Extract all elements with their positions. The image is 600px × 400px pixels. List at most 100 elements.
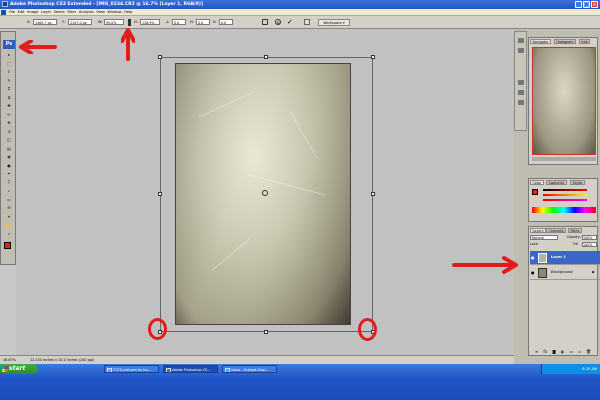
shape-tool-icon[interactable]: ▭ xyxy=(3,197,15,203)
ps-mini-icon xyxy=(1,10,6,15)
window-title: Adobe Photoshop CS3 Extended - [IMG_0234… xyxy=(10,2,204,7)
workspace-button[interactable]: Workspace ▾ xyxy=(318,19,350,26)
tray-clock[interactable]: 8:20 AM xyxy=(582,367,597,371)
blend-mode-select[interactable]: Normal xyxy=(530,235,558,240)
transform-handle-bottom[interactable] xyxy=(264,330,268,334)
marquee-tool-icon[interactable]: ⬚ xyxy=(3,61,15,67)
eyedropper-tool-icon[interactable]: ⌖ xyxy=(3,214,15,220)
tab-color[interactable]: Color xyxy=(530,180,544,185)
eye-icon[interactable]: ● xyxy=(531,270,535,275)
brushes-icon[interactable] xyxy=(518,80,524,85)
gradient-tool-icon[interactable]: ▤ xyxy=(3,146,15,152)
cancel-transform-icon[interactable]: ⊘ xyxy=(275,19,281,25)
menu-image[interactable]: Image xyxy=(27,9,38,16)
y-field[interactable]: 2107.0 px xyxy=(68,19,92,25)
new-layer-icon[interactable]: ▫ xyxy=(578,349,581,355)
zoom-tool-icon[interactable]: ⌕ xyxy=(3,231,15,237)
taskbar-item-photoshop[interactable]: Adobe Photoshop CS... xyxy=(163,365,218,373)
adjustment-layer-icon[interactable]: ◐ xyxy=(561,349,565,355)
transform-handle-top-left[interactable] xyxy=(158,55,162,59)
move-tool-icon[interactable]: ▸ xyxy=(3,52,15,58)
history-icon[interactable] xyxy=(518,38,524,43)
tab-paths[interactable]: Paths xyxy=(568,228,582,233)
layer-row-background[interactable]: ● Background ▪ xyxy=(530,266,600,280)
menu-help[interactable]: Help xyxy=(124,9,132,16)
dodge-tool-icon[interactable]: ● xyxy=(3,163,15,169)
tab-channels[interactable]: Channels xyxy=(546,228,567,233)
slice-tool-icon[interactable]: ⧄ xyxy=(3,95,15,101)
quick-select-tool-icon[interactable]: ✎ xyxy=(3,78,15,84)
w-field[interactable]: 95.0% xyxy=(104,19,124,25)
navigator-zoom-slider[interactable] xyxy=(532,157,596,161)
tab-info[interactable]: Info xyxy=(579,39,591,44)
transform-center-point[interactable] xyxy=(262,190,268,196)
hand-tool-icon[interactable]: ✋ xyxy=(3,222,15,228)
brush-tool-icon[interactable]: ✏ xyxy=(3,112,15,118)
trash-icon[interactable]: 🗑 xyxy=(586,349,591,355)
notes-tool-icon[interactable]: ✉ xyxy=(3,205,15,211)
actions-icon[interactable] xyxy=(518,48,524,53)
clone-stamp-tool-icon[interactable]: ⎈ xyxy=(3,120,15,126)
pen-tool-icon[interactable]: ✒ xyxy=(3,171,15,177)
h-field[interactable]: 126.9% xyxy=(140,19,160,25)
opacity-field[interactable]: 100% xyxy=(582,235,597,240)
menu-layer[interactable]: Layer xyxy=(41,9,51,16)
foreground-color-swatch[interactable] xyxy=(4,242,11,249)
menu-file[interactable]: File xyxy=(9,9,15,16)
menu-window[interactable]: Window xyxy=(107,9,121,16)
type-tool-icon[interactable]: T xyxy=(3,180,15,186)
clone-source-icon[interactable] xyxy=(518,100,524,105)
red-slider[interactable] xyxy=(543,189,587,191)
history-brush-tool-icon[interactable]: ↺ xyxy=(3,129,15,135)
blur-tool-icon[interactable]: ◉ xyxy=(3,154,15,160)
maximize-button[interactable]: □ xyxy=(583,1,590,8)
color-panel-foreground[interactable] xyxy=(532,189,538,195)
menu-filter[interactable]: Filter xyxy=(67,9,76,16)
x-field[interactable]: 1463.7 px xyxy=(33,19,57,25)
path-select-tool-icon[interactable]: ▹ xyxy=(3,188,15,194)
fill-field[interactable]: 100% xyxy=(582,242,597,247)
tab-layers[interactable]: Layers xyxy=(530,228,546,233)
taskbar-item-foto-pictures[interactable]: FOTO pictures by ins... xyxy=(104,365,159,373)
menu-analysis[interactable]: Analysis xyxy=(79,9,94,16)
minimize-button[interactable]: _ xyxy=(575,1,582,8)
eraser-tool-icon[interactable]: ◫ xyxy=(3,137,15,143)
healing-brush-tool-icon[interactable]: ✚ xyxy=(3,103,15,109)
warp-icon[interactable] xyxy=(262,19,268,25)
blue-slider[interactable] xyxy=(543,199,587,201)
photoshop-logo[interactable]: Ps xyxy=(3,40,15,49)
h-skew-field[interactable]: 0.0 xyxy=(196,19,210,25)
link-layers-icon[interactable]: ∞ xyxy=(535,349,538,355)
group-folder-icon[interactable]: ▭ xyxy=(570,349,574,355)
layer-row-layer-1[interactable]: ● Layer 1 xyxy=(530,251,600,265)
tool-presets-icon[interactable] xyxy=(518,90,524,95)
menu-select[interactable]: Select xyxy=(54,9,65,16)
transform-handle-right[interactable] xyxy=(371,192,375,196)
angle-field[interactable]: 0.0 xyxy=(172,19,186,25)
mask-icon[interactable]: ◙ xyxy=(552,349,556,355)
green-slider[interactable] xyxy=(543,194,587,196)
start-button[interactable]: start xyxy=(0,364,38,374)
fx-icon[interactable]: fx xyxy=(543,349,547,355)
menu-edit[interactable]: Edit xyxy=(18,9,25,16)
color-ramp[interactable] xyxy=(532,207,596,213)
transform-handle-top[interactable] xyxy=(264,55,268,59)
tab-swatches[interactable]: Swatches xyxy=(546,180,567,185)
menu-view[interactable]: View xyxy=(96,9,105,16)
tab-histogram[interactable]: Histogram xyxy=(554,39,577,44)
eye-icon[interactable]: ● xyxy=(531,255,535,260)
crop-tool-icon[interactable]: ⌗ xyxy=(3,86,15,92)
v-skew-field[interactable]: 0.0 xyxy=(219,19,233,25)
link-icon[interactable] xyxy=(128,19,131,26)
layer-name: Background xyxy=(551,270,573,274)
lasso-tool-icon[interactable]: ℓ xyxy=(3,69,15,75)
navigator-thumbnail[interactable] xyxy=(532,47,596,155)
palette-well-icon[interactable] xyxy=(304,19,310,25)
commit-transform-icon[interactable]: ✓ xyxy=(287,18,293,26)
taskbar-item-outlook[interactable]: Inbox - Outlook Expr... xyxy=(222,365,277,373)
transform-handle-left[interactable] xyxy=(158,192,162,196)
tab-styles[interactable]: Styles xyxy=(570,180,585,185)
close-button[interactable]: × xyxy=(591,1,598,8)
transform-handle-top-right[interactable] xyxy=(371,55,375,59)
tab-navigator[interactable]: Navigator xyxy=(530,39,552,44)
